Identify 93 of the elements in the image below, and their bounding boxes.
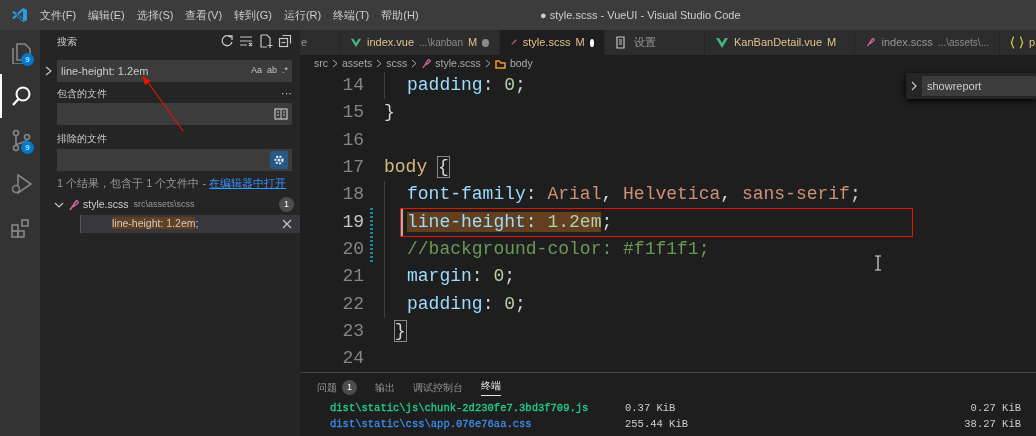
terminal-text: 38.27 KiB (964, 417, 1022, 433)
files-icon[interactable] (9, 40, 33, 64)
line-number: 19 (341, 210, 364, 234)
editor-tab[interactable]: 设置 (605, 30, 705, 55)
exclude-field[interactable] (57, 148, 292, 171)
terminal-text: dist\static\js\chunk-2d230fe7.3bd3f709.js (330, 402, 589, 415)
menu-item[interactable]: 查看(V) (179, 0, 229, 30)
result-text: ; (195, 216, 199, 229)
json-file-icon (1010, 36, 1024, 49)
breadcrumb-item[interactable]: scss (386, 55, 408, 72)
breadcrumb-item[interactable]: assets (342, 55, 373, 72)
close-icon[interactable] (282, 218, 292, 229)
sidebar-title: 搜索 (57, 34, 77, 49)
line-number: 20 (341, 237, 364, 261)
refresh-icon[interactable] (219, 34, 234, 48)
chevron-right-icon (332, 59, 338, 68)
text-cursor-icon (874, 255, 882, 271)
code-line: line-height: 1.2em; (401, 208, 913, 236)
line-number: 21 (341, 265, 364, 289)
code-line: } (384, 101, 395, 125)
editor-tab[interactable]: KanBanDetail.vue M (705, 30, 855, 55)
collapse-all-icon[interactable] (278, 34, 292, 48)
terminal-text: 255.44 KiB (625, 418, 688, 431)
panel-tab[interactable]: 问题 1 (308, 373, 366, 401)
panel-tab[interactable]: 终端 (472, 373, 510, 401)
search-field[interactable]: line-height: 1.2em Aa ab .* (57, 60, 292, 82)
menu-item[interactable]: 编辑(E) (82, 0, 131, 30)
code-line: font-family: Arial, Helvetica, sans-serif; (407, 183, 861, 207)
code-line: } (393, 319, 406, 343)
scss-file-icon (66, 198, 80, 211)
breadcrumb-item[interactable]: style.scss (435, 55, 481, 72)
editor-tab[interactable]: style.scss M (500, 30, 605, 55)
menu-item[interactable]: 转到(G) (228, 0, 278, 30)
chevron-right-icon[interactable] (910, 81, 918, 91)
chevron-right-icon (411, 59, 418, 68)
find-field[interactable]: showreport (922, 76, 1036, 96)
line-number: 18 (341, 183, 364, 207)
symbol-icon (494, 58, 506, 69)
editor-tab[interactable]: e (300, 30, 340, 55)
code-line: body { (384, 156, 449, 180)
count-badge: 1 (342, 379, 357, 395)
vue-file-icon (715, 36, 729, 49)
line-number: 23 (341, 319, 364, 343)
result-message: 1 个结果，包含于 1 个文件中 - 在编辑器中打开 (56, 175, 288, 191)
settings-toggle-button[interactable] (270, 150, 288, 169)
line-number: 17 (341, 156, 364, 180)
editor-tab[interactable]: index.scss ...\assets\... (855, 30, 1000, 55)
menu-item[interactable]: 运行(R) (277, 0, 328, 30)
menu-item[interactable]: 选择(S) (130, 0, 180, 30)
code-line: padding: 0; (407, 74, 526, 98)
field-label: 排除的文件 (56, 132, 108, 147)
breadcrumb-item[interactable]: body (509, 55, 533, 72)
clear-results-icon[interactable] (239, 34, 253, 48)
chevron-right-icon (484, 59, 491, 68)
terminal-text: 0.37 KiB (625, 402, 676, 415)
scss-file-icon (865, 36, 877, 49)
line-number: 14 (341, 74, 364, 98)
open-in-editor-link[interactable]: 在编辑器中打开 (209, 176, 287, 189)
breadcrumb-item[interactable]: src (314, 55, 328, 72)
field-label: 包含的文件 (56, 87, 107, 101)
panel-tab[interactable]: 调试控制台 (404, 373, 472, 401)
editor-tab[interactable]: index.vue ...\kanban M (340, 30, 500, 55)
menu-item[interactable]: 文件(F) (34, 0, 83, 30)
menu-item[interactable]: 终端(T) (327, 0, 376, 30)
settings-icon (273, 153, 285, 166)
new-file-icon[interactable] (258, 34, 273, 48)
code-line: padding: 0; (407, 292, 526, 316)
count-badge: 1 (279, 197, 294, 212)
book-icon[interactable] (274, 108, 288, 121)
vue-file-icon (350, 36, 362, 49)
more-icon[interactable]: ··· (281, 85, 292, 102)
panel-tab[interactable]: 输出 (366, 373, 404, 401)
vscode-logo-icon (10, 6, 28, 24)
file-name[interactable]: style.scss (83, 196, 129, 213)
chevron-right-icon (376, 59, 383, 68)
scss-file-icon (421, 58, 432, 69)
editor-tab[interactable]: p (1000, 30, 1036, 55)
terminal-text: dist\static\css\app.076e76aa.css (330, 418, 532, 431)
line-number: 24 (341, 347, 364, 371)
line-number: 16 (341, 128, 364, 152)
menu-item[interactable]: 帮助(H) (375, 0, 425, 30)
include-field[interactable] (57, 103, 292, 126)
terminal-text: 0.27 KiB (970, 401, 1022, 417)
code-line: margin: 0; (407, 265, 516, 289)
line-number: 22 (341, 292, 364, 316)
line-number: 15 (341, 101, 364, 125)
count-badge: 9 (21, 53, 34, 66)
count-badge: 9 (21, 141, 34, 154)
window-title: ● style.scss - VueUI - Visual Studio Code (540, 9, 741, 21)
file-path: src\assets\scss (133, 197, 195, 211)
code-line: //background-color: #f1f1f1; (407, 237, 710, 261)
debug-icon[interactable] (9, 172, 33, 196)
search-icon[interactable] (9, 84, 33, 108)
